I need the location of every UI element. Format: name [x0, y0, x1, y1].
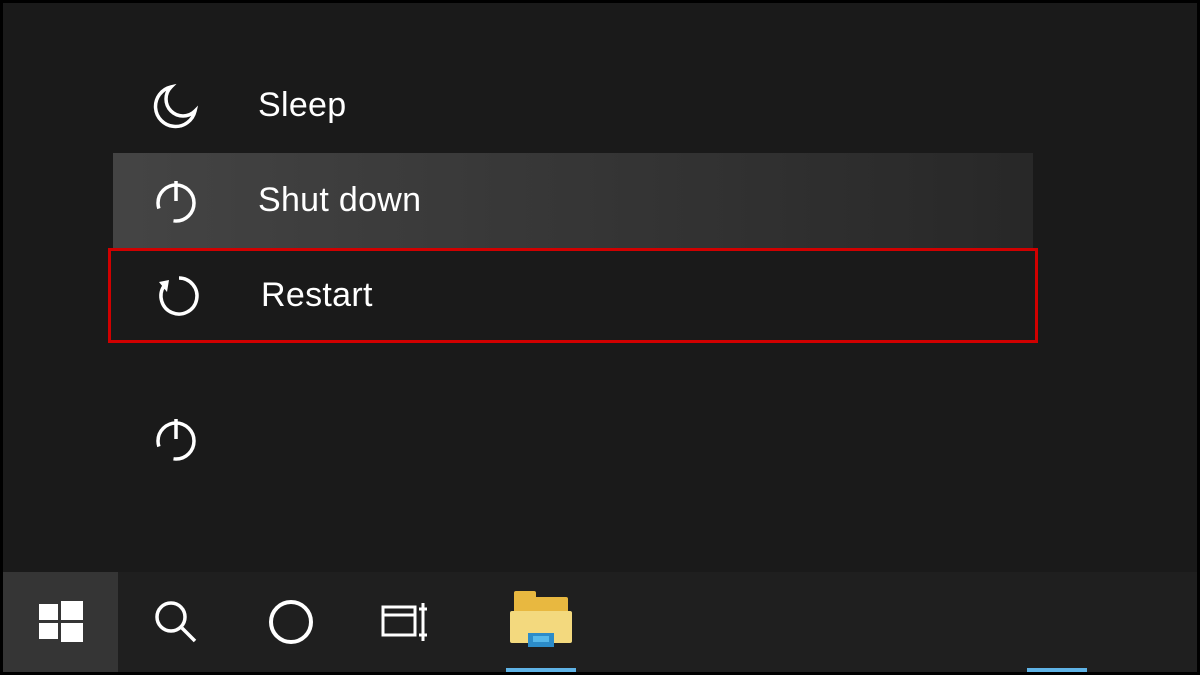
taskbar-item-generic[interactable] [972, 572, 1087, 672]
running-indicator [506, 668, 576, 672]
running-indicator [1027, 668, 1087, 672]
menu-item-shutdown[interactable]: Shut down [113, 153, 1033, 248]
moon-icon [148, 78, 203, 133]
taskview-icon [377, 597, 435, 647]
file-explorer-icon [510, 597, 572, 647]
taskbar [3, 572, 1197, 672]
menu-item-label: Sleep [258, 86, 346, 125]
file-explorer-button[interactable] [483, 572, 598, 672]
menu-item-restart[interactable]: Restart [108, 248, 1038, 343]
menu-item-sleep[interactable]: Sleep [113, 58, 1033, 153]
menu-item-label: Shut down [258, 181, 421, 220]
windows-icon [35, 596, 87, 648]
search-icon [149, 595, 203, 649]
cortana-button[interactable] [233, 572, 348, 672]
taskview-button[interactable] [348, 572, 463, 672]
power-menu: Sleep Shut down Restart [113, 58, 1033, 343]
power-icon [152, 415, 200, 463]
menu-item-label: Restart [261, 276, 373, 315]
search-button[interactable] [118, 572, 233, 672]
power-button[interactable] [148, 411, 203, 466]
power-icon [148, 173, 203, 228]
cortana-icon [266, 597, 316, 647]
restart-icon [151, 268, 206, 323]
start-button[interactable] [3, 572, 118, 672]
